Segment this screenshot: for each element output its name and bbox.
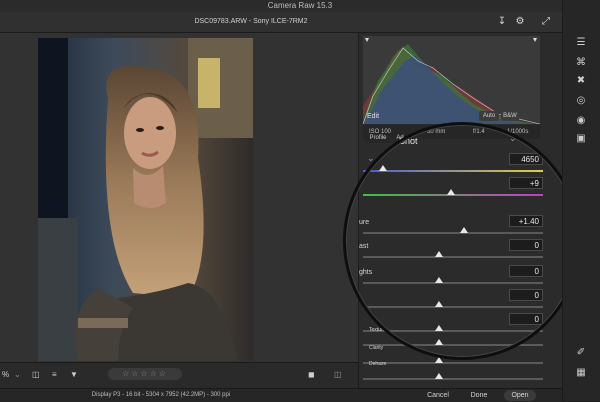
zoom-level[interactable]: %	[2, 369, 9, 381]
slider-label: ghts	[359, 269, 373, 276]
edit-heading: Edit	[367, 113, 380, 120]
slider-track[interactable]	[363, 306, 543, 308]
status-text: Display P3 - 16 bit - 5304 x 7952 (42.2M…	[91, 392, 231, 398]
slider-value-input[interactable]: 4650	[509, 153, 543, 165]
slider-track[interactable]	[363, 330, 543, 332]
presets-icon[interactable]: ▣	[572, 132, 590, 146]
slider-label: Clarity	[369, 345, 384, 351]
slider-value-input[interactable]: 0	[509, 289, 543, 301]
slider-thumb[interactable]	[434, 373, 443, 379]
slider-track[interactable]	[363, 282, 543, 284]
slider-track[interactable]	[363, 362, 543, 364]
portrait-photo	[38, 38, 253, 361]
zoom-chevron-icon[interactable]: ⌄	[14, 369, 21, 381]
gear-icon[interactable]: ⚙	[514, 16, 526, 28]
slider-value-input[interactable]: 0	[509, 265, 543, 277]
filter-icon[interactable]: ▼	[70, 369, 78, 381]
slider-track[interactable]	[363, 170, 543, 172]
collapse-glyph[interactable]: ⌄	[367, 153, 375, 164]
bw-button[interactable]: B&W	[501, 111, 519, 121]
expand-icon[interactable]: ⤢	[540, 16, 552, 28]
cancel-button[interactable]: Cancel	[420, 390, 456, 401]
slider-thumb[interactable]	[378, 165, 387, 171]
mask-icon[interactable]: ◎	[572, 94, 590, 108]
slider-thumb[interactable]	[434, 277, 443, 283]
tab-profile[interactable]: Profile	[365, 133, 391, 143]
slider-thumb[interactable]	[434, 325, 443, 331]
slider-thumb[interactable]	[434, 301, 443, 307]
slider-track[interactable]	[363, 256, 543, 258]
slider-label: ast	[359, 243, 369, 250]
slider-track[interactable]	[363, 232, 543, 234]
file-bar: DSC09783.ARW - Sony ILCE-7RM2 ↧ ⚙ ⤢	[0, 12, 562, 33]
status-bar: Display P3 - 16 bit - 5304 x 7952 (42.2M…	[0, 388, 562, 402]
tool-rail: ☰ ⌘ ✖ ◎ ◉ ▣ ✐ ▦	[562, 0, 600, 401]
done-button[interactable]: Done	[464, 390, 494, 401]
redeye-icon[interactable]: ◉	[572, 114, 590, 128]
crop-icon[interactable]: ⌘	[572, 56, 590, 70]
file-name: DSC09783.ARW - Sony ILCE-7RM2	[194, 18, 308, 25]
slider-value-input[interactable]: +1.40	[509, 215, 543, 227]
sort-icon[interactable]: ≡	[52, 369, 57, 381]
slider-thumb[interactable]	[434, 357, 443, 363]
slider-thumb[interactable]	[459, 227, 468, 233]
slider-value-input[interactable]: 0	[509, 239, 543, 251]
slider-thumb[interactable]	[447, 189, 456, 195]
edit-panel: ISO 100 50 mm f/1.4 1/1000s Edit Auto B&…	[358, 33, 563, 388]
photo-preview[interactable]	[38, 38, 253, 361]
white-balance-value[interactable]: Shot	[399, 136, 418, 146]
image-canvas[interactable]	[0, 33, 358, 362]
compare-icon[interactable]: ◼	[308, 369, 315, 381]
slider-label: ure	[359, 219, 370, 226]
rating-stars[interactable]: ☆☆☆☆☆	[108, 368, 182, 380]
slider-thumb[interactable]	[434, 339, 443, 345]
slider-label: Dehaze	[369, 361, 387, 367]
slider-value-input[interactable]: +9	[509, 177, 543, 189]
aperture: f/1.4	[473, 129, 485, 135]
eyedropper-icon[interactable]: ✐	[572, 346, 590, 360]
open-button[interactable]: Open	[504, 390, 536, 401]
slider-track[interactable]	[363, 344, 543, 346]
healing-icon[interactable]: ✖	[572, 74, 590, 88]
auto-button[interactable]: Auto	[479, 111, 499, 121]
window-title: Camera Raw 15.3	[267, 1, 333, 10]
save-icon[interactable]: ↧	[496, 16, 508, 28]
slider-value-input[interactable]: 0	[509, 313, 543, 325]
filmstrip-icon[interactable]: ◫	[32, 369, 40, 381]
sliders-icon[interactable]: ☰	[572, 36, 590, 50]
slider-track[interactable]	[363, 378, 543, 380]
slider-thumb[interactable]	[434, 251, 443, 257]
focal-length: 50 mm	[427, 129, 446, 135]
grid-icon[interactable]: ▦	[572, 366, 590, 380]
before-after-icon[interactable]: ◫	[334, 369, 342, 381]
slider-label: Texture	[369, 327, 386, 333]
chevron-down-icon[interactable]: ⌄	[509, 133, 517, 144]
